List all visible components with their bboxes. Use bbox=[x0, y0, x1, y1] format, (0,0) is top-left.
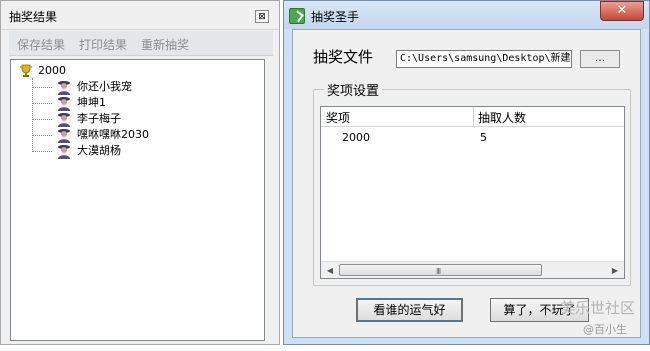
result-panel: 抽奖结果 ⊠ 保存结果 打印结果 重新抽奖 2000 你还小我宠 坤坤1 李子梅… bbox=[0, 0, 280, 345]
scroll-thumb[interactable]: III bbox=[339, 264, 542, 276]
person-icon bbox=[58, 145, 70, 159]
tree-connector bbox=[32, 103, 52, 104]
result-tree[interactable]: 2000 你还小我宠 坤坤1 李子梅子 嘿咻嘿咻2030 大漠胡杨 bbox=[10, 59, 265, 341]
watermark-author: @百小生 bbox=[583, 323, 627, 336]
file-label: 抽奖文件 bbox=[313, 48, 374, 66]
watermark-text: 美乐世社区 bbox=[560, 299, 636, 317]
tree-item[interactable]: 坤坤1 bbox=[77, 95, 106, 111]
tree-connector bbox=[32, 78, 33, 152]
tree-connector bbox=[32, 151, 52, 152]
person-icon bbox=[58, 129, 70, 143]
app-icon bbox=[289, 8, 305, 24]
person-icon bbox=[58, 97, 70, 111]
tree-item[interactable]: 嘿咻嘿咻2030 bbox=[77, 127, 149, 143]
print-result-button[interactable]: 打印结果 bbox=[79, 36, 127, 53]
column-header-count[interactable]: 抽取人数 bbox=[478, 109, 526, 126]
window-titlebar: 抽奖圣手 ✕ bbox=[284, 1, 649, 29]
tree-root[interactable]: 2000 bbox=[38, 63, 66, 79]
person-icon bbox=[58, 81, 70, 95]
result-toolbar: 保存结果 打印结果 重新抽奖 bbox=[9, 31, 273, 56]
save-result-button[interactable]: 保存结果 bbox=[17, 36, 65, 53]
group-label: 奖项设置 bbox=[324, 80, 383, 99]
tree-connector bbox=[32, 119, 52, 120]
trophy-icon bbox=[19, 64, 33, 77]
window-title: 抽奖圣手 bbox=[311, 10, 360, 24]
prize-list[interactable]: 奖项 抽取人数 2000 5 ◀ III ▶ bbox=[320, 106, 625, 279]
column-divider[interactable] bbox=[473, 107, 474, 126]
horizontal-scrollbar[interactable]: ◀ III ▶ bbox=[321, 261, 624, 278]
count-cell[interactable]: 5 bbox=[480, 131, 487, 144]
redraw-button[interactable]: 重新抽奖 bbox=[141, 36, 189, 53]
close-button[interactable]: ✕ bbox=[600, 1, 644, 21]
prize-cell[interactable]: 2000 bbox=[342, 131, 370, 144]
file-path-field[interactable]: C:\Users\samsung\Desktop\新建 bbox=[396, 50, 572, 68]
scroll-right-icon[interactable]: ▶ bbox=[607, 263, 623, 278]
grip-icon: III bbox=[436, 267, 441, 276]
tree-connector bbox=[32, 87, 52, 88]
tree-item[interactable]: 大漠胡杨 bbox=[77, 143, 121, 159]
result-panel-titlebar: 抽奖结果 ⊠ bbox=[1, 1, 279, 30]
scroll-left-icon[interactable]: ◀ bbox=[322, 263, 338, 278]
person-icon bbox=[58, 113, 70, 127]
lottery-window: 抽奖圣手 ✕ 抽奖文件 C:\Users\samsung\Desktop\新建 … bbox=[283, 0, 650, 345]
browse-button[interactable]: ... bbox=[580, 50, 620, 68]
close-icon[interactable]: ⊠ bbox=[255, 10, 269, 23]
result-panel-title: 抽奖结果 bbox=[9, 10, 58, 24]
tree-connector bbox=[32, 135, 52, 136]
window-body: 抽奖文件 C:\Users\samsung\Desktop\新建 ... 奖项设… bbox=[292, 29, 641, 338]
draw-button[interactable]: 看谁的运气好 bbox=[356, 298, 463, 322]
list-header: 奖项 抽取人数 bbox=[321, 107, 624, 127]
tree-item[interactable]: 你还小我宠 bbox=[77, 79, 132, 95]
column-header-prize[interactable]: 奖项 bbox=[326, 109, 350, 126]
tree-item[interactable]: 李子梅子 bbox=[77, 111, 121, 127]
